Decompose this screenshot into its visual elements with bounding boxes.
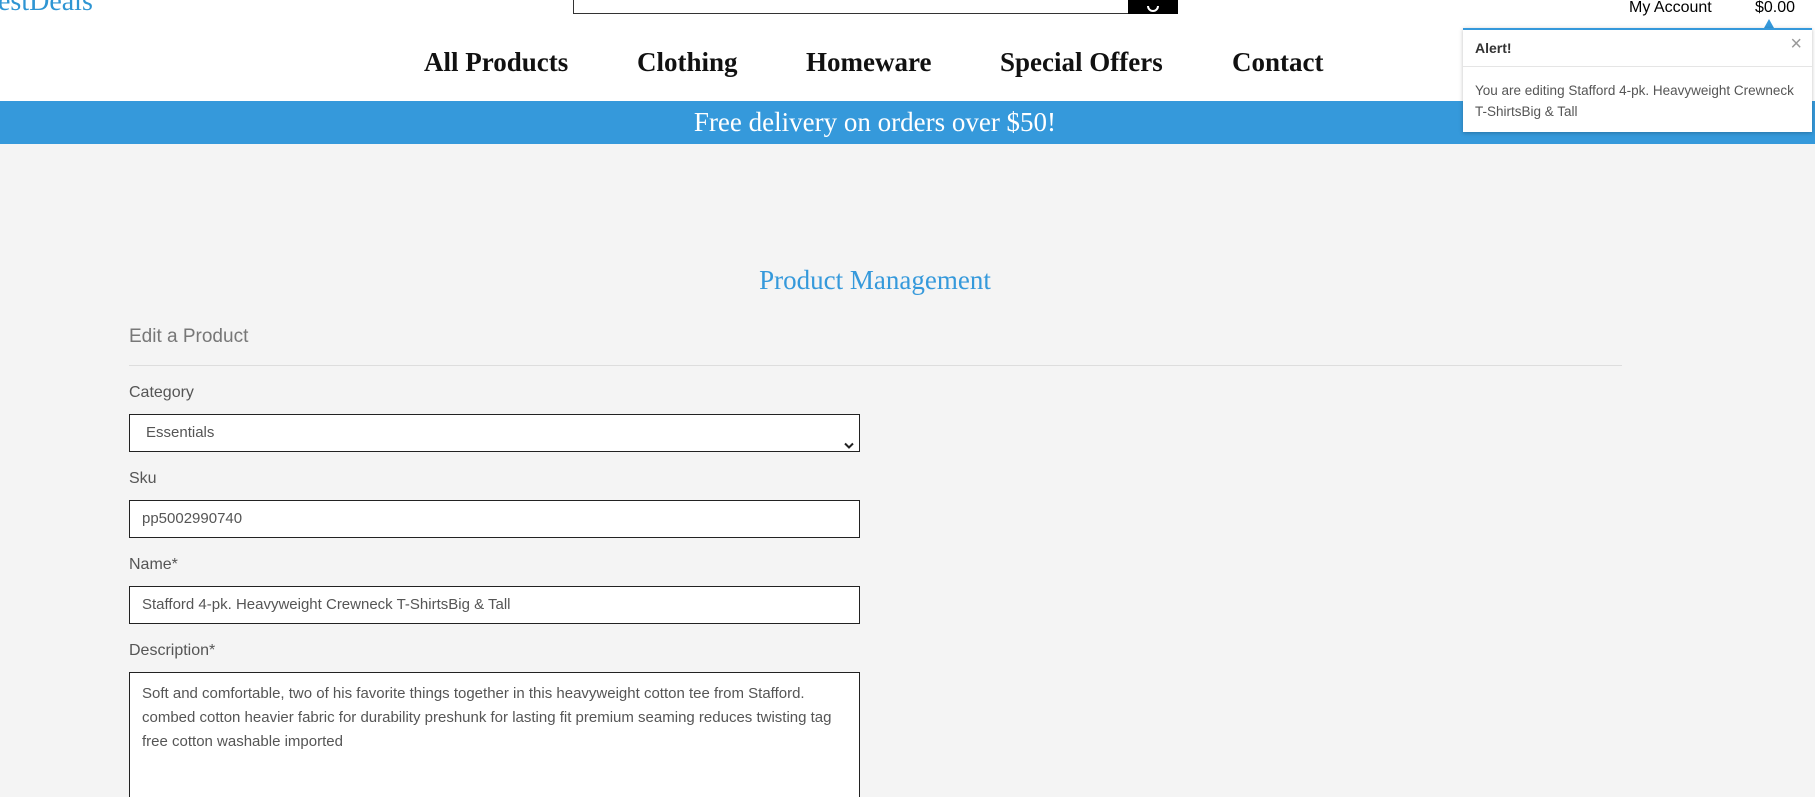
alert-divider <box>1463 66 1812 67</box>
my-account-link[interactable]: My Account <box>1629 0 1712 17</box>
cart-total[interactable]: $0.00 <box>1755 0 1795 17</box>
nav-all-products[interactable]: All Products <box>424 47 568 78</box>
search-button[interactable] <box>1128 0 1178 14</box>
description-label: Description* <box>129 642 216 659</box>
category-select[interactable]: Essentials <box>129 414 860 452</box>
nav-special-offers[interactable]: Special Offers <box>1000 47 1163 78</box>
nav-clothing[interactable]: Clothing <box>637 47 738 78</box>
chevron-down-icon <box>844 428 854 463</box>
nav-homeware[interactable]: Homeware <box>806 47 931 78</box>
search-icon <box>1146 6 1160 14</box>
description-textarea[interactable]: Soft and comfortable, two of his favorit… <box>129 672 860 797</box>
close-icon[interactable]: × <box>1790 34 1802 54</box>
search-input[interactable] <box>573 0 1129 14</box>
section-divider <box>129 365 1622 366</box>
alert-title: Alert! <box>1475 40 1512 56</box>
sku-label: Sku <box>129 470 157 487</box>
nav-contact[interactable]: Contact <box>1232 47 1323 78</box>
name-label: Name* <box>129 556 178 573</box>
category-value: Essentials <box>146 424 215 441</box>
page-title: Product Management <box>759 265 991 295</box>
alert-message: You are editing Stafford 4-pk. Heavyweig… <box>1475 83 1794 119</box>
alert-popover: Alert! × You are editing Stafford 4-pk. … <box>1463 28 1812 132</box>
category-label: Category <box>129 384 194 401</box>
alert-pointer <box>1764 19 1774 28</box>
section-title: Edit a Product <box>129 326 249 347</box>
name-input[interactable]: Stafford 4-pk. Heavyweight Crewneck T-Sh… <box>129 586 860 624</box>
site-logo[interactable]: estDeals <box>0 0 93 18</box>
sku-input[interactable]: pp5002990740 <box>129 500 860 538</box>
